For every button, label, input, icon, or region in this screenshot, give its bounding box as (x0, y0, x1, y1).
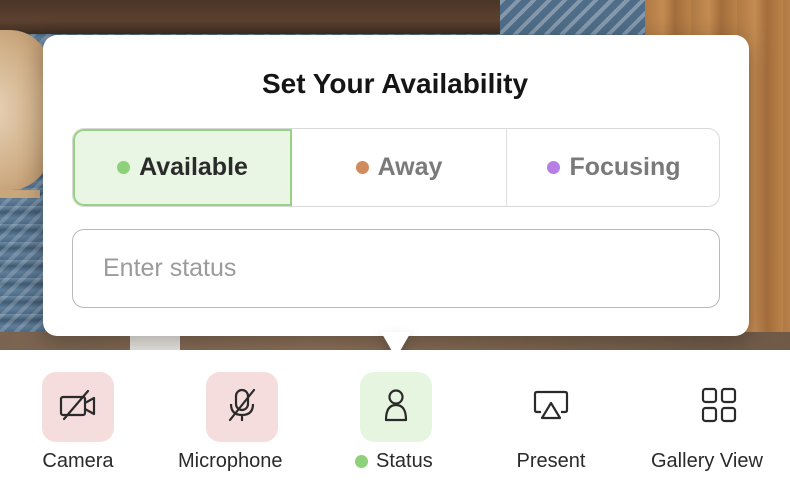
option-label: Focusing (569, 153, 681, 181)
gallery-view-button[interactable]: Gallery View (651, 372, 763, 473)
status-button[interactable]: Status (355, 372, 433, 473)
present-button[interactable]: Present (515, 372, 587, 473)
status-indicator-dot (355, 455, 368, 468)
status-input[interactable] (72, 229, 720, 308)
person-icon (382, 387, 410, 428)
microphone-button[interactable]: Microphone (178, 372, 283, 473)
gallery-view-label: Gallery View (651, 450, 763, 472)
background-video (0, 0, 500, 34)
option-label: Away (377, 153, 443, 181)
call-toolbar: Camera Microphone Status Present Gallery… (0, 350, 790, 490)
availability-option-focusing[interactable]: Focusing (506, 129, 719, 206)
availability-option-away[interactable]: Away (292, 129, 506, 206)
screen-share-icon (532, 388, 570, 427)
option-label: Available (139, 153, 248, 181)
available-status-dot (117, 161, 131, 174)
status-toggle[interactable] (359, 372, 432, 442)
availability-option-available[interactable]: Available (73, 129, 292, 206)
microphone-toggle[interactable] (206, 372, 279, 442)
microphone-off-icon (224, 386, 260, 429)
availability-selector: Available Away Focusing (72, 128, 720, 207)
video-call-screen: Set Your Availability Available Away Foc… (0, 0, 790, 490)
present-label: Present (516, 450, 586, 472)
gallery-view-toggle[interactable] (683, 372, 755, 442)
status-label: Status (355, 450, 433, 473)
camera-toggle[interactable] (42, 372, 114, 442)
away-status-dot (355, 161, 369, 174)
popover-title: Set Your Availability (261, 68, 529, 99)
camera-button[interactable]: Camera (42, 372, 114, 473)
camera-label: Camera (42, 450, 114, 472)
microphone-label: Microphone (178, 450, 283, 472)
grid-icon (700, 386, 738, 429)
present-toggle[interactable] (515, 372, 587, 442)
camera-off-icon (58, 388, 98, 427)
focusing-status-dot (547, 161, 561, 174)
